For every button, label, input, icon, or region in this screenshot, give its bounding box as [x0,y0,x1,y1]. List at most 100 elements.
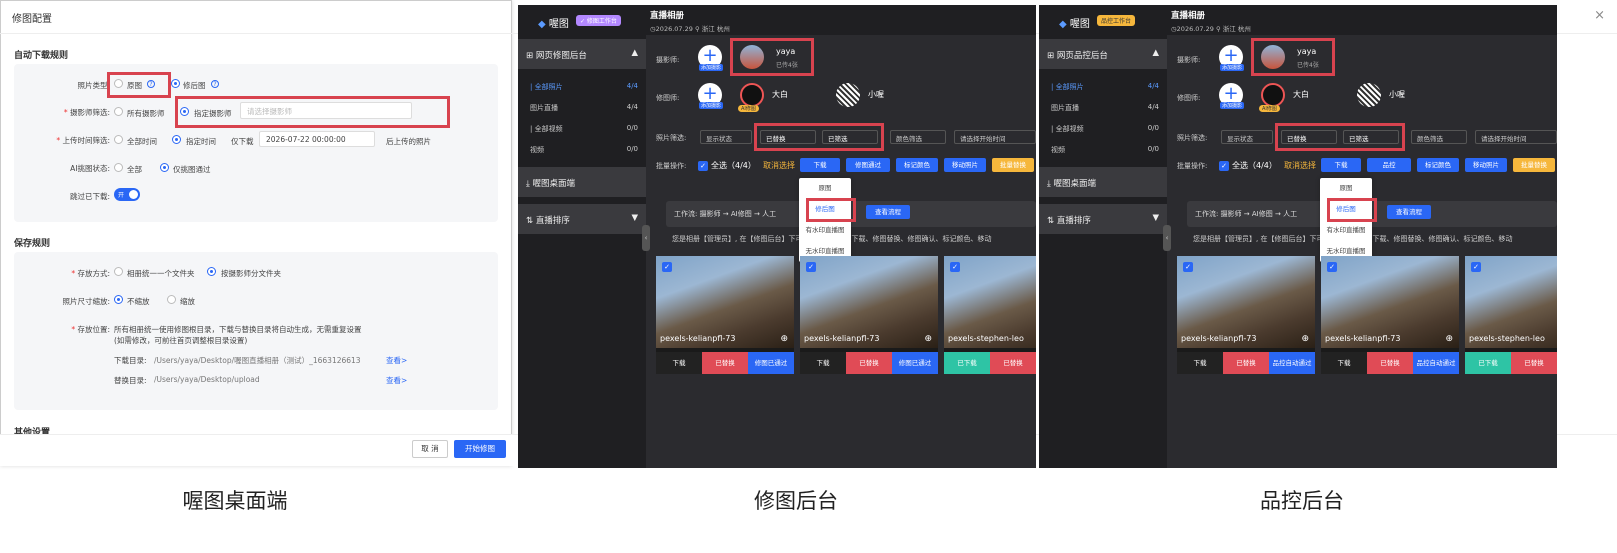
card-pass-status[interactable]: 品控自动通过 [1413,352,1459,374]
batch-replace-button[interactable]: 批量替换 [992,158,1034,172]
menu-desktop[interactable]: ⤓ 喔图桌面端 [1039,167,1167,197]
sidebar-item[interactable]: | 全部视频 0/0 [530,124,638,134]
collapse-handle[interactable]: ‹ [642,225,650,251]
card-replace-status[interactable]: 已替换 [702,352,748,374]
photo-card[interactable]: ✓ pexels-stephen-leo ⊕ 已下载 已替换 修图已通过 [944,256,1036,374]
pass-button[interactable]: 品控 [1367,158,1411,172]
menu-live-sort[interactable]: ⇅ 直播排序 ▼ [518,204,646,234]
view-workflow-button[interactable]: 查看流程 [866,205,910,219]
photo-checkbox[interactable]: ✓ [806,262,816,272]
status-filter-select[interactable]: 显示状态 [700,130,752,144]
card-pass-status[interactable]: 品控自动通过 [1269,352,1315,374]
view-download-dir-link[interactable]: 查看> [386,355,407,366]
radio-single-folder[interactable] [114,267,123,276]
section-save-rules: 保存规则 [14,239,51,249]
card-download-status[interactable]: 下载 [800,352,846,374]
color-filter-select[interactable]: 颜色筛选 [890,130,946,144]
menu-web-backend[interactable]: ⊞ 网页品控后台 ▲ [1039,39,1167,69]
photo-checkbox[interactable]: ✓ [1183,262,1193,272]
download-button[interactable]: 下载 [1321,158,1361,172]
dropdown-option[interactable]: 有水印直播图 [799,220,851,241]
sidebar-item[interactable]: | 全部照片 4/4 [530,82,638,92]
qr-avatar[interactable] [836,83,860,107]
card-replace-status[interactable]: 已替换 [1367,352,1413,374]
status-filter-select[interactable]: 显示状态 [1221,130,1273,144]
sidebar-item[interactable]: 视频 0/0 [1051,145,1159,155]
menu-desktop[interactable]: ⤓ 喔图桌面端 [518,167,646,197]
photo-checkbox[interactable]: ✓ [662,262,672,272]
card-replace-status[interactable]: 已替换 [990,352,1036,374]
time-filter-select[interactable]: 请选择开始时间 [1475,130,1557,144]
sidebar-item[interactable]: | 全部照片 4/4 [1051,82,1159,92]
sidebar-item[interactable]: 视频 0/0 [530,145,638,155]
radio-per-photographer[interactable] [207,267,216,276]
photo-checkbox[interactable]: ✓ [1327,262,1337,272]
card-download-status[interactable]: 下载 [1321,352,1367,374]
mark-color-button[interactable]: 标记颜色 [1417,158,1459,172]
ai-avatar[interactable] [740,83,764,107]
mark-color-button[interactable]: 标记颜色 [896,158,938,172]
zoom-icon[interactable]: ⊕ [1445,334,1453,344]
select-all-checkbox[interactable]: ✓ [1219,161,1229,171]
card-replace-status[interactable]: 已替换 [1223,352,1269,374]
download-button[interactable]: 下载 [800,158,840,172]
cancel-selection-link[interactable]: 取消选择 [763,160,795,171]
close-icon[interactable]: × [1594,8,1605,23]
radio-no-scale[interactable] [114,295,123,304]
radio-all-time[interactable] [114,135,123,144]
add-photographer-tag: 添加摄影 [1220,64,1245,71]
card-replace-status[interactable]: 已替换 [1511,352,1557,374]
card-pass-status[interactable]: 修图已通过 [748,352,794,374]
cancel-selection-link[interactable]: 取消选择 [1284,160,1316,171]
zoom-icon[interactable]: ⊕ [1301,334,1309,344]
photo-card[interactable]: ✓ pexels-stephen-leo ⊕ 已下载 已替换 品控自动通过 [1465,256,1557,374]
sidebar-item[interactable]: 图片直播 4/4 [530,103,638,113]
move-photo-button[interactable]: 移动照片 [944,158,986,172]
radio-all-photographers[interactable] [114,107,123,116]
view-replace-dir-link[interactable]: 查看> [386,375,407,386]
collapse-handle[interactable]: ‹ [1163,225,1171,251]
radio-scale[interactable] [167,295,176,304]
photo-card[interactable]: ✓ pexels-kelianpfl-73 ⊕ 下载 已替换 品控自动通过 [1321,256,1459,374]
zoom-icon[interactable]: ⊕ [780,334,788,344]
dropdown-option[interactable]: 原图 [1320,178,1372,199]
menu-web-backend[interactable]: ⊞ 网页修图后台 ▲ [518,39,646,69]
radio-edited[interactable] [171,79,180,88]
date-picker[interactable]: 2026-07-22 00:00:00 [259,131,375,147]
help-icon[interactable]: ? [211,80,219,88]
start-retouch-button[interactable]: 开始修图 [454,440,506,458]
dropdown-option[interactable]: 原图 [799,178,851,199]
add-retoucher-tag: 添加摄影 [1220,102,1245,109]
qr-avatar[interactable] [1357,83,1381,107]
card-pass-status[interactable]: 修图已通过 [892,352,938,374]
sidebar-item-count: 4/4 [1147,103,1159,111]
ai-avatar[interactable] [1261,83,1285,107]
card-replace-status[interactable]: 已替换 [846,352,892,374]
cancel-button[interactable]: 取 消 [412,440,448,458]
sidebar-item[interactable]: 图片直播 4/4 [1051,103,1159,113]
move-photo-button[interactable]: 移动照片 [1465,158,1507,172]
photo-checkbox[interactable]: ✓ [950,262,960,272]
photo-card[interactable]: ✓ pexels-kelianpfl-73 ⊕ 下载 已替换 修图已通过 [800,256,938,374]
select-all-checkbox[interactable]: ✓ [698,161,708,171]
batch-replace-button[interactable]: 批量替换 [1513,158,1555,172]
color-filter-select[interactable]: 颜色筛选 [1411,130,1467,144]
photo-checkbox[interactable]: ✓ [1471,262,1481,272]
menu-live-sort[interactable]: ⇅ 直播排序 ▼ [1039,204,1167,234]
time-filter-select[interactable]: 请选择开始时间 [954,130,1036,144]
card-download-status[interactable]: 已下载 [1465,352,1511,374]
card-download-status[interactable]: 下载 [1177,352,1223,374]
pass-button[interactable]: 修图通过 [846,158,890,172]
radio-ai-all[interactable] [114,163,123,172]
radio-specific-time[interactable] [172,135,181,144]
card-download-status[interactable]: 下载 [656,352,702,374]
view-workflow-button[interactable]: 查看流程 [1387,205,1431,219]
radio-ai-pass[interactable] [160,163,169,172]
sidebar-item[interactable]: | 全部视频 0/0 [1051,124,1159,134]
skip-toggle[interactable]: 开 [114,188,140,201]
card-download-status[interactable]: 已下载 [944,352,990,374]
zoom-icon[interactable]: ⊕ [924,334,932,344]
photo-card[interactable]: ✓ pexels-kelianpfl-73 ⊕ 下载 已替换 品控自动通过 [1177,256,1315,374]
dropdown-option[interactable]: 有水印直播图 [1320,220,1372,241]
photo-card[interactable]: ✓ pexels-kelianpfl-73 ⊕ 下载 已替换 修图已通过 [656,256,794,374]
